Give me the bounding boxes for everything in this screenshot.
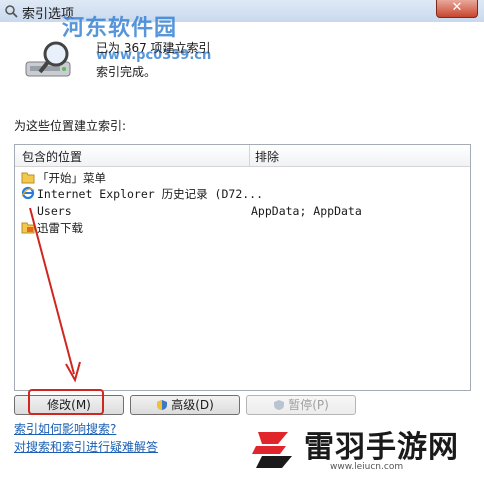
pause-button-label: 暂停(P): [288, 398, 329, 412]
list-item[interactable]: Users AppData; AppData: [15, 203, 470, 220]
indexing-options-window: 索引选项 ✕ 河东软件园 www.pc0359.cn 已为 367 项建立索引 …: [0, 0, 484, 484]
index-complete-status: 索引完成。: [96, 65, 157, 79]
close-icon: ✕: [451, 0, 463, 15]
location-name: Users: [37, 204, 72, 218]
column-header-included[interactable]: 包含的位置: [22, 148, 82, 165]
pause-button[interactable]: 暂停(P): [246, 395, 356, 415]
annotation-highlight-box: [28, 389, 104, 415]
list-header: 包含的位置 排除: [15, 145, 470, 167]
thunder-download-icon: [21, 222, 35, 234]
column-divider[interactable]: [249, 145, 250, 166]
indexing-icon: [5, 5, 18, 18]
list-item[interactable]: Internet Explorer 历史记录 (D72...: [15, 185, 470, 202]
shield-icon: [274, 400, 285, 410]
location-name: 迅雷下载: [37, 221, 83, 235]
close-button[interactable]: ✕: [436, 0, 478, 18]
brand-watermark: 雷羽手游网 www.leiucn.com: [242, 418, 484, 484]
brand-name: 雷羽手游网: [304, 430, 459, 465]
column-header-excluded[interactable]: 排除: [255, 148, 279, 165]
shield-icon: [157, 400, 168, 410]
folder-icon: [21, 172, 35, 184]
troubleshoot-search-link[interactable]: 对搜索和索引进行疑难解答: [14, 438, 158, 455]
advanced-button-label: 高级(D): [171, 398, 214, 412]
watermark-text: 河东软件园: [62, 16, 178, 41]
index-count-status: 已为 367 项建立索引: [96, 41, 211, 55]
list-item[interactable]: 迅雷下载: [15, 219, 470, 236]
how-index-affects-search-link[interactable]: 索引如何影响搜索?: [14, 420, 116, 437]
list-item[interactable]: 「开始」菜单: [15, 169, 470, 186]
locations-label: 为这些位置建立索引:: [14, 119, 127, 133]
advanced-button[interactable]: 高级(D): [130, 395, 240, 415]
location-exclude: AppData; AppData: [251, 204, 362, 218]
locations-list[interactable]: 包含的位置 排除 「开始」菜单 Internet Explorer 历史记录 (…: [14, 144, 471, 391]
ie-icon: [21, 186, 35, 200]
location-name: 「开始」菜单: [37, 171, 106, 185]
brand-logo-icon: [252, 432, 292, 468]
location-name: Internet Explorer 历史记录 (D72...: [37, 187, 264, 201]
brand-url: www.leiucn.com: [330, 462, 404, 472]
